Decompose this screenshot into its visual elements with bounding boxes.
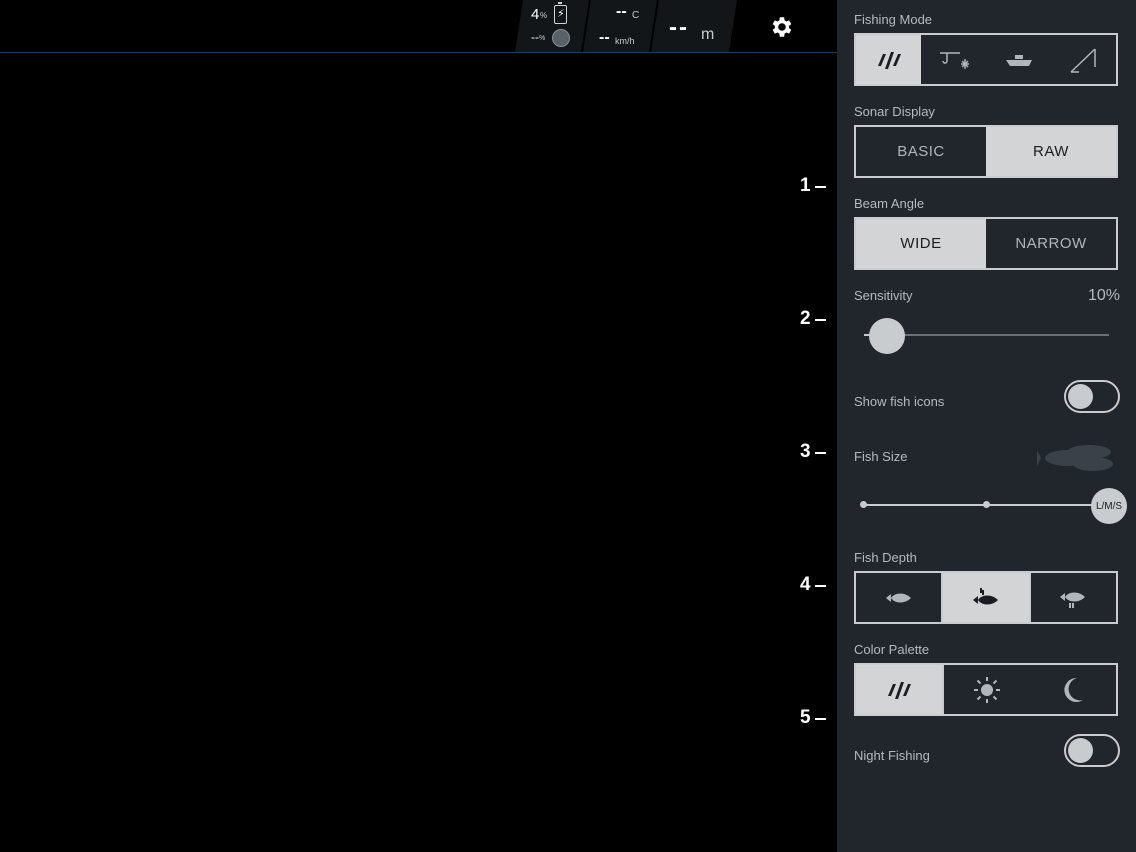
sonar-display-raw-button[interactable]: RAW: [986, 127, 1116, 176]
gear-icon[interactable]: [768, 14, 794, 40]
speed-value: --: [599, 29, 610, 46]
depth-scale-mark: 5: [800, 707, 830, 729]
sensitivity-slider-handle[interactable]: [869, 318, 905, 354]
fish-size-step-dot[interactable]: [860, 501, 867, 508]
signal-unit: %: [539, 35, 546, 42]
temperature-value: --: [616, 3, 627, 20]
depth-value: --: [669, 14, 689, 41]
fish-depth-selector: [854, 571, 1118, 624]
fishing-mode-label: Fishing Mode: [854, 12, 933, 27]
depth-scale-mark: 1: [800, 175, 830, 197]
boat-icon[interactable]: [986, 35, 1051, 84]
beam-angle-selector: WIDE NARROW: [854, 217, 1118, 270]
sonar-view[interactable]: 4 % ⚡ -- % -- C -- km/h -- m 1 2 3 4 5: [0, 0, 837, 852]
sonar-logo-icon[interactable]: [856, 35, 921, 84]
speed-unit: km/h: [615, 36, 635, 46]
depth-scale-mark: 2: [800, 308, 830, 330]
fish-group-icon: [1037, 438, 1121, 478]
battery-unit: %: [540, 11, 548, 20]
fish-deep-icon[interactable]: [1028, 573, 1116, 622]
show-fish-icons-label: Show fish icons: [854, 394, 945, 409]
show-fish-icons-toggle[interactable]: [1064, 380, 1120, 413]
fish-size-label: Fish Size: [854, 449, 908, 464]
fish-depth-label: Fish Depth: [854, 550, 917, 565]
fish-shallow-icon[interactable]: [856, 573, 941, 622]
sonar-display-label: Sonar Display: [854, 104, 935, 119]
connection-status-icon: [552, 29, 570, 47]
night-fishing-label: Night Fishing: [854, 748, 930, 763]
temperature-unit: C: [632, 10, 640, 21]
fishing-mode-selector: [854, 33, 1118, 86]
depth-tile: -- m: [651, 0, 737, 52]
sensitivity-label: Sensitivity: [854, 288, 913, 303]
sonar-display-basic-button[interactable]: BASIC: [856, 127, 986, 176]
header-divider: [0, 52, 837, 53]
moon-icon[interactable]: [1030, 665, 1116, 714]
color-palette-label: Color Palette: [854, 642, 930, 657]
temperature-speed-tile: -- C -- km/h: [583, 0, 657, 52]
beam-angle-wide-button[interactable]: WIDE: [856, 219, 986, 268]
battery-value: 4: [531, 6, 540, 23]
depth-unit: m: [701, 26, 715, 43]
sonar-logo-icon[interactable]: [856, 665, 942, 714]
depth-scale-mark: 4: [800, 574, 830, 596]
depth-scale-mark: 3: [800, 441, 830, 463]
fish-middle-icon[interactable]: [941, 573, 1029, 622]
fish-size-step-dot[interactable]: [983, 501, 990, 508]
fish-size-slider-track[interactable]: [987, 504, 1097, 506]
sun-icon[interactable]: [942, 665, 1030, 714]
shore-fishing-icon[interactable]: [1051, 35, 1116, 84]
fish-size-slider-handle[interactable]: L/M/S: [1091, 488, 1127, 524]
beam-angle-narrow-button[interactable]: NARROW: [986, 219, 1116, 268]
battery-status-tile: 4 % ⚡ -- %: [515, 0, 589, 52]
settings-panel: Fishing Mode Sonar Display BASIC RAW Bea…: [837, 0, 1136, 852]
battery-charging-icon: ⚡: [554, 5, 567, 24]
signal-value: --: [531, 30, 539, 44]
beam-angle-label: Beam Angle: [854, 196, 925, 211]
ice-fishing-icon[interactable]: [921, 35, 986, 84]
sonar-display-selector: BASIC RAW: [854, 125, 1118, 178]
color-palette-selector: [854, 663, 1118, 716]
fish-size-slider-track[interactable]: [864, 504, 988, 506]
sensitivity-value: 10%: [1088, 287, 1121, 304]
night-fishing-toggle[interactable]: [1064, 734, 1120, 767]
